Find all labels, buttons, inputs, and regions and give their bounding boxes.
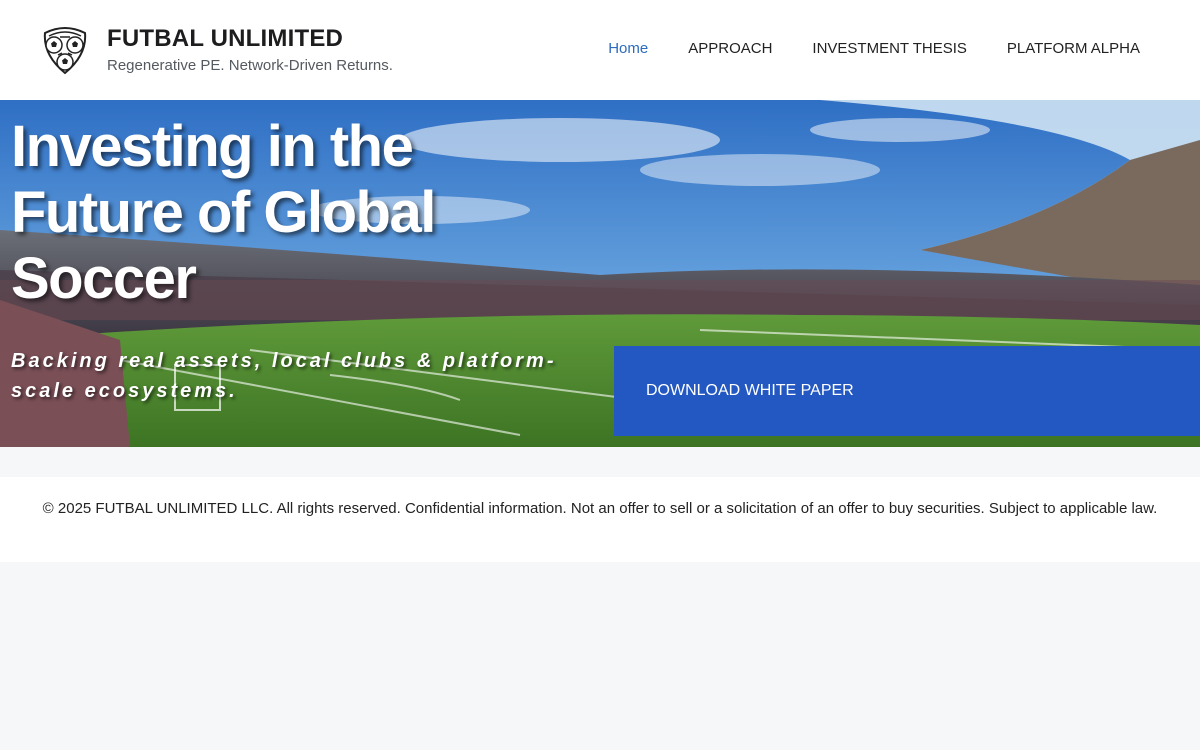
- brand-tagline: Regenerative PE. Network-Driven Returns.: [107, 57, 393, 74]
- nav-platform-alpha[interactable]: PLATFORM ALPHA: [1007, 40, 1140, 57]
- soccer-ball-shield-icon[interactable]: [40, 25, 90, 75]
- main-nav: Home APPROACH INVESTMENT THESIS PLATFORM…: [608, 40, 1140, 57]
- nav-investment-thesis[interactable]: INVESTMENT THESIS: [812, 40, 966, 57]
- site-header: FUTBAL UNLIMITED Regenerative PE. Networ…: [0, 0, 1200, 100]
- download-white-paper-button[interactable]: DOWNLOAD WHITE PAPER: [614, 346, 1200, 436]
- site-footer: © 2025 FUTBAL UNLIMITED LLC. All rights …: [0, 477, 1200, 562]
- hero-section: Investing in the Future of Global Soccer…: [0, 100, 1200, 447]
- brand-title[interactable]: FUTBAL UNLIMITED: [107, 25, 343, 53]
- nav-home[interactable]: Home: [608, 40, 648, 57]
- footer-legal-text: © 2025 FUTBAL UNLIMITED LLC. All rights …: [42, 500, 1158, 517]
- hero-title: Investing in the Future of Global Soccer: [11, 114, 436, 311]
- hero-subtitle: Backing real assets, local clubs & platf…: [11, 350, 557, 402]
- nav-approach[interactable]: APPROACH: [688, 40, 772, 57]
